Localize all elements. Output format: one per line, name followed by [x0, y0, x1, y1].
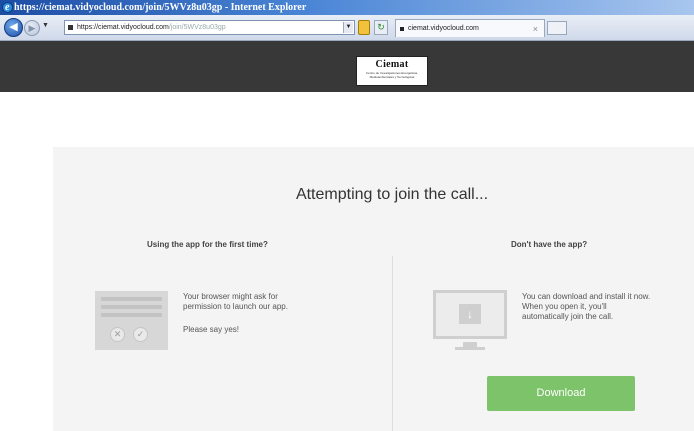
no-app-text: You can download and install it now. Whe…	[522, 292, 692, 322]
forward-arrow-icon[interactable]: ▶	[24, 20, 40, 36]
no-app-line-2: When you open it, you'll	[522, 302, 607, 311]
first-time-heading: Using the app for the first time?	[147, 240, 268, 249]
download-arrow-icon: ↓	[459, 304, 481, 324]
column-divider	[392, 256, 393, 431]
logo-subtitle: Centro de Investigaciones Energéticas, M…	[365, 71, 419, 79]
tab-close-icon[interactable]: ×	[533, 20, 538, 38]
browser-tab[interactable]: ciemat.vidyocloud.com ×	[395, 19, 545, 37]
first-time-line-2: permission to launch our app.	[183, 302, 288, 311]
monitor-download-illustration: ↓	[433, 290, 507, 339]
address-dropdown-icon[interactable]: ▼	[343, 22, 353, 33]
new-tab-button[interactable]	[547, 21, 567, 35]
tab-title: ciemat.vidyocloud.com	[408, 25, 479, 32]
address-domain: ciemat.vidyocloud.com	[98, 24, 169, 31]
allow-check-icon: ✓	[133, 327, 148, 342]
no-app-line-3: automatically join the call.	[522, 312, 614, 321]
window-title: https://ciemat.vidyocloud.com/join/5WVz8…	[14, 2, 307, 13]
first-time-line-1: Your browser might ask for	[183, 292, 278, 301]
refresh-icon[interactable]: ↻	[374, 20, 388, 35]
address-bar[interactable]: https://ciemat.vidyocloud.com/join/5WVz8…	[64, 20, 355, 35]
first-time-line-3: Please say yes!	[183, 325, 240, 334]
navigation-bar: ◀ ▶ ▼ https://ciemat.vidyocloud.com/join…	[0, 15, 694, 41]
logo-name: Ciemat	[375, 59, 409, 70]
address-path: /join/5WVz8u03gp	[168, 24, 226, 31]
address-prefix: https://	[77, 24, 99, 31]
permission-dialog-illustration: ✕ ✓	[95, 291, 168, 350]
window-title-bar: https://ciemat.vidyocloud.com/join/5WVz8…	[0, 0, 694, 15]
no-app-heading: Don't have the app?	[511, 240, 588, 249]
site-favicon-icon	[68, 25, 73, 30]
download-button[interactable]: Download	[487, 376, 635, 411]
tab-favicon-icon	[400, 27, 404, 31]
ie-logo-icon	[2, 0, 13, 15]
deny-icon: ✕	[110, 327, 125, 342]
ciemat-logo: Ciemat Centro de Investigaciones Energét…	[356, 56, 428, 86]
first-time-text: Your browser might ask for permission to…	[183, 292, 343, 335]
page-title: Attempting to join the call...	[295, 186, 489, 203]
back-arrow-icon[interactable]: ◀	[4, 18, 23, 37]
no-app-line-1: You can download and install it now.	[522, 292, 651, 301]
site-header	[0, 41, 694, 92]
monitor-base	[455, 347, 485, 350]
history-dropdown-icon[interactable]: ▼	[42, 22, 49, 29]
security-lock-icon[interactable]	[358, 20, 370, 35]
